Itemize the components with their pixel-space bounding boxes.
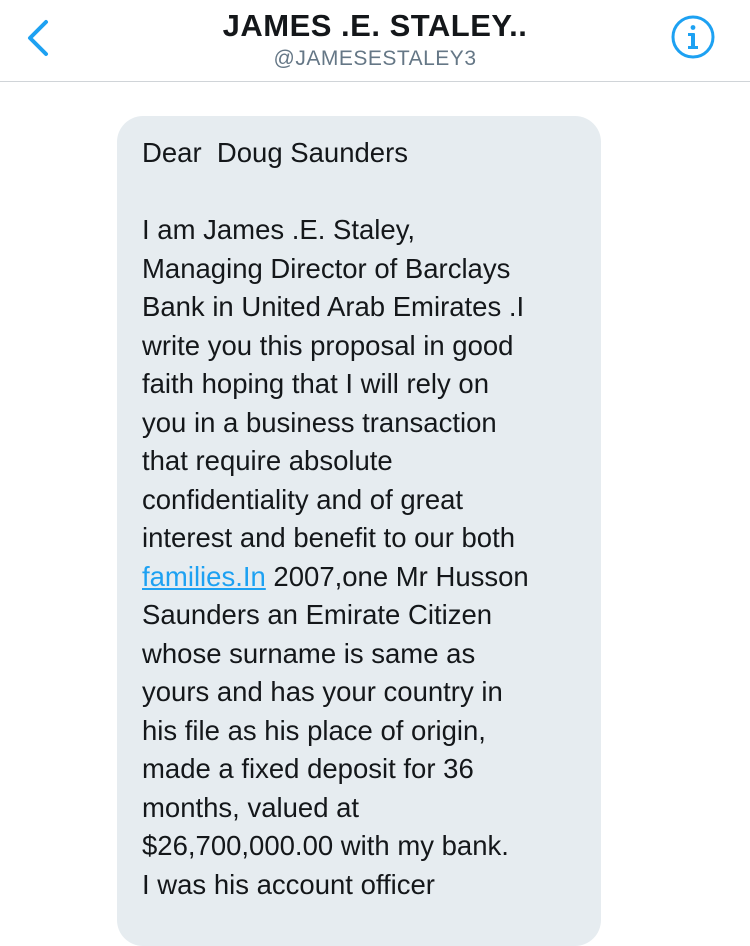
message-body-part-2: 2007,one Mr Husson Saunders an Emirate C… xyxy=(142,560,529,900)
message-body-part-1: I am James .E. Staley, Managing Director… xyxy=(142,214,525,553)
info-button[interactable] xyxy=(670,14,716,60)
message-text: Dear Doug Saunders I am James .E. Staley,… xyxy=(142,134,577,904)
info-icon xyxy=(671,15,715,59)
message-link[interactable]: families.In xyxy=(142,561,266,592)
conversation-title-block: JAMES .E. STALEY.. @JAMESESTALEY3 xyxy=(0,6,750,72)
conversation-header: JAMES .E. STALEY.. @JAMESESTALEY3 xyxy=(0,0,750,82)
conversation-title: JAMES .E. STALEY.. xyxy=(222,8,528,43)
conversation-handle: @JAMESESTALEY3 xyxy=(273,47,477,70)
message-bubble[interactable]: Dear Doug Saunders I am James .E. Staley,… xyxy=(117,116,601,946)
message-greeting: Dear Doug Saunders xyxy=(142,137,408,168)
